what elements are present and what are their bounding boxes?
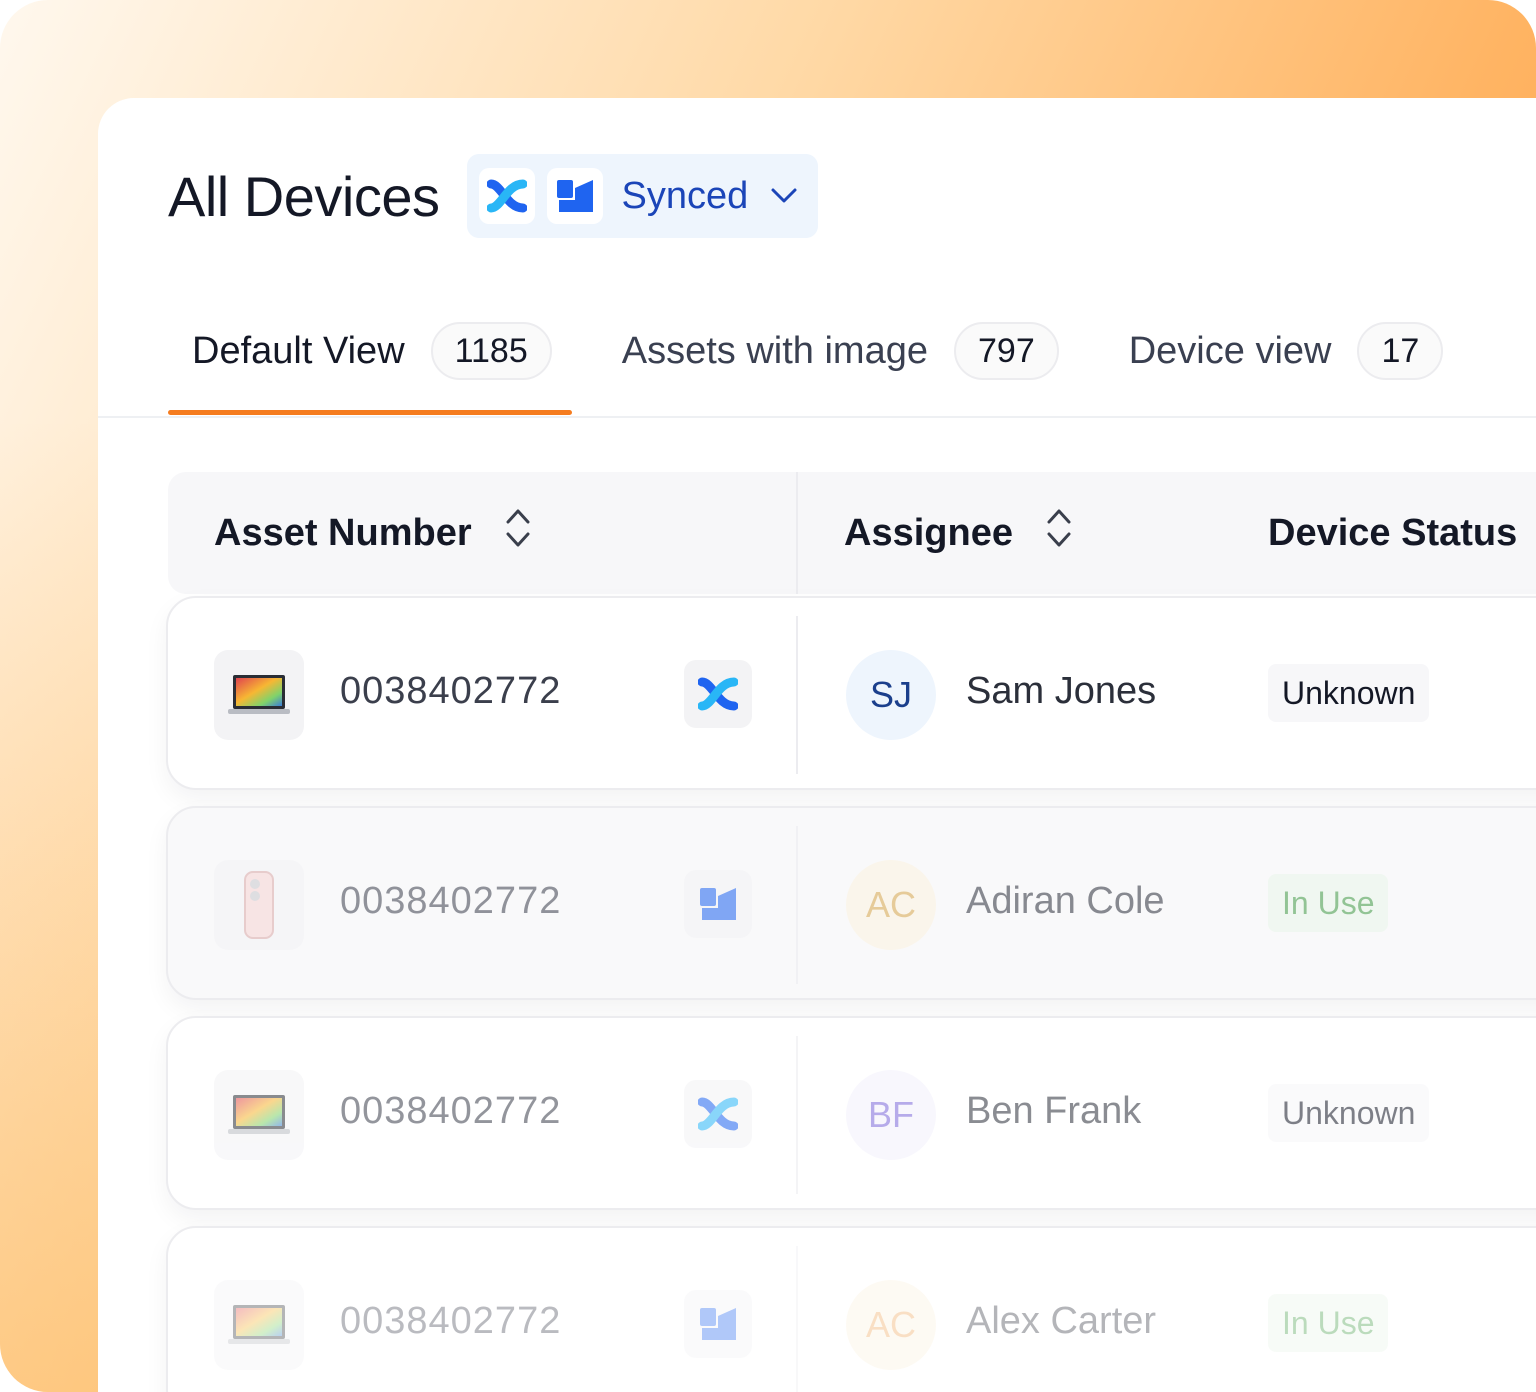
asset-number: 0038402772 (340, 1090, 562, 1132)
tabs-divider (98, 416, 1536, 418)
chevron-down-icon (770, 187, 798, 205)
jamf-icon (547, 168, 604, 224)
avatar: BF (846, 1070, 936, 1160)
laptop-icon (214, 650, 304, 740)
laptop-icon (214, 1280, 304, 1370)
column-divider (796, 616, 798, 774)
assignee-name: Sam Jones (966, 670, 1157, 712)
kandji-icon (684, 1080, 752, 1148)
sync-status-label: Synced (621, 174, 749, 217)
status-badge: Unknown (1268, 1084, 1430, 1142)
avatar: SJ (846, 650, 936, 740)
column-header-assignee[interactable]: Assignee (844, 506, 1073, 560)
column-header-asset-number[interactable]: Asset Number (214, 506, 532, 560)
devices-panel: All Devices Synced Default View 1185 Ass… (98, 98, 1536, 1392)
table-row[interactable]: 0038402772 SJ Sam Jones Unknown (166, 596, 1536, 790)
sort-icon (504, 506, 532, 560)
assignee-name: Adiran Cole (966, 880, 1165, 922)
assignee-name: Ben Frank (966, 1090, 1142, 1132)
jamf-icon (684, 1290, 752, 1358)
tab-assets-with-image[interactable]: Assets with image 797 (622, 320, 1059, 382)
view-tabs: Default View 1185 Assets with image 797 … (168, 320, 1444, 418)
status-badge: In Use (1268, 1294, 1389, 1352)
column-divider (796, 1036, 798, 1194)
jamf-icon (684, 870, 752, 938)
assignee-name: Alex Carter (966, 1300, 1157, 1342)
column-header-label: Asset Number (214, 511, 472, 554)
column-header-label: Device Status (1268, 511, 1518, 554)
table-row[interactable]: 0038402772 AC Alex Carter In Use (166, 1226, 1536, 1392)
tab-count-badge: 797 (954, 322, 1059, 380)
table-header: Asset Number Assignee Device Status (168, 472, 1536, 594)
tab-label: Assets with image (621, 329, 928, 372)
table-row[interactable]: 0038402772 AC Adiran Cole In Use (166, 806, 1536, 1000)
kandji-icon (479, 168, 536, 224)
tab-default-view[interactable]: Default View 1185 (168, 320, 552, 382)
column-divider (796, 826, 798, 984)
laptop-icon (214, 1070, 304, 1160)
avatar: AC (846, 1280, 936, 1370)
asset-number: 0038402772 (340, 1300, 562, 1342)
kandji-icon (684, 660, 752, 728)
status-badge: In Use (1268, 874, 1389, 932)
status-badge: Unknown (1268, 664, 1430, 722)
table-row[interactable]: 0038402772 BF Ben Frank Unknown (166, 1016, 1536, 1210)
column-divider (796, 1246, 798, 1392)
tab-device-view[interactable]: Device view 17 (1129, 320, 1444, 382)
tab-label: Device view (1128, 329, 1332, 372)
column-header-label: Assignee (844, 511, 1013, 554)
page-title: All Devices (168, 164, 440, 228)
column-header-device-status[interactable]: Device Status (1268, 512, 1517, 555)
tab-count-badge: 1185 (430, 322, 552, 380)
sort-icon (1045, 506, 1073, 560)
page-header: All Devices Synced (168, 154, 819, 238)
tab-count-badge: 17 (1357, 322, 1444, 380)
active-tab-indicator (168, 410, 572, 415)
column-divider (796, 472, 798, 594)
phone-icon (214, 860, 304, 950)
sync-status-dropdown[interactable]: Synced (467, 154, 819, 238)
asset-number: 0038402772 (340, 670, 562, 712)
asset-number: 0038402772 (340, 880, 562, 922)
tab-label: Default View (192, 329, 405, 372)
avatar: AC (846, 860, 936, 950)
